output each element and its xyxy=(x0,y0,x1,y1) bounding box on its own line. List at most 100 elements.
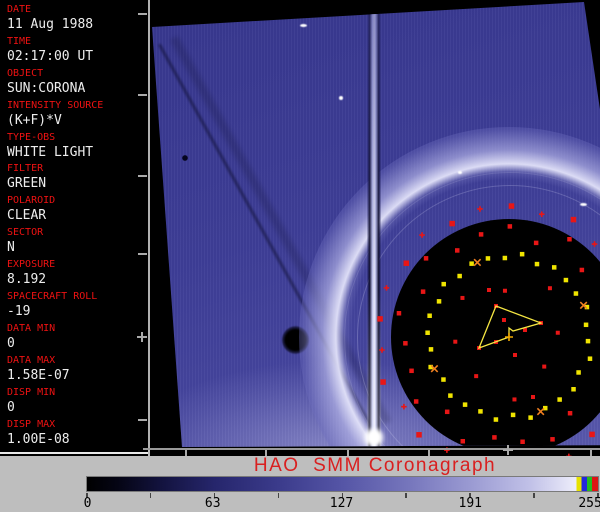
mid-red-ring-marker xyxy=(507,224,513,229)
metadata-field: EXPOSURE 8.192 xyxy=(7,259,148,291)
mid-red-ring-marker xyxy=(492,435,497,440)
plot-title: HAO SMM Coronagraph xyxy=(253,455,497,476)
colorbar-tick-label: 255 xyxy=(578,496,600,511)
frame-bottom-line xyxy=(143,448,600,450)
inner-red-ring-marker xyxy=(555,330,560,335)
yellow-ring-marker xyxy=(469,261,474,266)
yellow-ring-marker xyxy=(563,277,569,283)
outer-limb-ring-marker xyxy=(449,220,455,227)
mid-red-ring-marker xyxy=(455,248,460,253)
inner-red-ring-marker xyxy=(460,295,465,300)
colorbar-tick-label: 127 xyxy=(329,496,354,511)
metadata-value: GREEN xyxy=(7,176,47,192)
colorbar-tick xyxy=(149,493,152,498)
metadata-label: TYPE-OBS xyxy=(7,131,56,143)
mid-red-ring-marker xyxy=(409,368,414,374)
axis-tick xyxy=(185,450,187,456)
metadata-label: DATA MIN xyxy=(7,322,56,334)
inner-red-ring-marker xyxy=(502,288,507,293)
image-display-area xyxy=(150,0,600,456)
metadata-label: DISP MIN xyxy=(7,386,56,398)
yellow-ring-marker xyxy=(493,417,499,422)
yellow-ring-marker xyxy=(557,397,562,402)
mid-red-ring-marker xyxy=(533,240,539,246)
outer-limb-ring-marker xyxy=(380,379,386,385)
sidebar-bottom-border xyxy=(0,452,148,454)
yellow-ring-marker xyxy=(457,273,462,279)
outer-limb-ring-marker xyxy=(403,260,410,266)
yellow-ring-marker xyxy=(587,356,593,361)
colorbar-tick xyxy=(277,493,280,498)
yellow-ring-marker xyxy=(441,281,446,287)
axis-tick xyxy=(590,450,592,456)
outer-limb-ring-marker xyxy=(377,316,383,322)
outer-limb-ring-marker xyxy=(379,347,385,353)
metadata-value: CLEAR xyxy=(7,208,47,224)
yellow-ring-marker xyxy=(571,387,576,392)
yellow-ring-marker xyxy=(585,338,591,344)
coronagraph-viewer-window: DATE 11 Aug 1988 TIME 02:17:00 UT OBJECT SUN:… xyxy=(0,0,600,512)
axis-center-plus xyxy=(503,445,513,455)
metadata-field: DISP MIN 0 xyxy=(7,387,148,419)
metadata-label: TIME xyxy=(7,35,32,47)
outer-limb-ring-marker xyxy=(538,211,545,217)
yellow-ring-marker xyxy=(528,415,533,420)
mid-red-ring-marker xyxy=(444,409,450,415)
metadata-value: N xyxy=(7,240,15,256)
metadata-value: 1.00E-08 xyxy=(7,431,70,447)
metadata-field: FILTER GREEN xyxy=(7,163,148,195)
outer-limb-ring-marker xyxy=(570,216,577,223)
outer-limb-ring-marker xyxy=(589,431,595,438)
yellow-ring-marker xyxy=(573,291,579,296)
mid-red-ring-marker xyxy=(579,267,585,273)
mid-red-ring-marker xyxy=(396,311,402,316)
metadata-value: (K+F)*V xyxy=(7,112,62,128)
metadata-label: SPACECRAFT ROLL xyxy=(7,291,98,303)
mid-red-ring-marker xyxy=(413,399,419,404)
metadata-field: INTENSITY SOURCE (K+F)*V xyxy=(7,100,148,132)
metadata-field: DATA MIN 0 xyxy=(7,323,148,355)
axis-tick xyxy=(428,450,430,456)
axis-tick xyxy=(265,450,267,456)
metadata-field: TIME 02:17:00 UT xyxy=(7,36,148,68)
yellow-ring-marker xyxy=(485,256,491,261)
sidebar-fields: DATE 11 Aug 1988 TIME 02:17:00 UT OBJECT SUN:… xyxy=(7,4,148,450)
metadata-label: FILTER xyxy=(7,163,44,175)
axis-tick xyxy=(347,450,349,456)
outer-limb-ring-marker xyxy=(508,203,515,209)
metadata-label: OBJECT xyxy=(7,67,44,79)
axis-tick xyxy=(138,253,147,255)
inner-red-ring-marker xyxy=(542,364,547,369)
frame-divider-line xyxy=(148,0,150,450)
yellow-ring-marker xyxy=(427,313,432,318)
axis-tick xyxy=(138,419,147,421)
outer-limb-ring-marker xyxy=(477,206,483,212)
outer-limb-ring-marker xyxy=(591,241,598,247)
orange-x-marker xyxy=(536,407,545,416)
axis-tick xyxy=(138,175,147,177)
mid-red-ring-marker xyxy=(567,236,572,242)
sun-center-marker xyxy=(505,333,513,341)
mid-red-ring-marker xyxy=(550,437,555,442)
mid-red-ring-marker xyxy=(520,439,525,445)
inner-red-ring-marker xyxy=(474,374,479,379)
colorbar-tick xyxy=(533,493,535,498)
red-dot-marker xyxy=(531,395,535,399)
metadata-value: 0 xyxy=(7,335,15,351)
metadata-field: OBJECT SUN:CORONA xyxy=(7,68,148,100)
metadata-field: POLAROID CLEAR xyxy=(7,195,148,227)
colorbar-tick-label: 191 xyxy=(458,496,482,511)
inner-red-ring-marker xyxy=(453,339,458,344)
metadata-label: INTENSITY SOURCE xyxy=(7,99,104,111)
yellow-ring-marker xyxy=(425,330,430,335)
yellow-ring-marker xyxy=(436,299,442,304)
metadata-field: SECTOR N xyxy=(7,227,148,259)
metadata-sidebar: DATE 11 Aug 1988 TIME 02:17:00 UT OBJECT SUN:… xyxy=(0,0,148,456)
colorbar xyxy=(86,476,599,492)
metadata-label: SECTOR xyxy=(7,227,44,239)
yellow-ring-marker xyxy=(551,265,557,270)
colorbar-tick-label: 63 xyxy=(204,496,221,511)
yellow-ring-marker xyxy=(534,261,540,267)
yellow-ring-marker xyxy=(510,412,516,418)
yellow-ring-marker xyxy=(583,322,589,328)
